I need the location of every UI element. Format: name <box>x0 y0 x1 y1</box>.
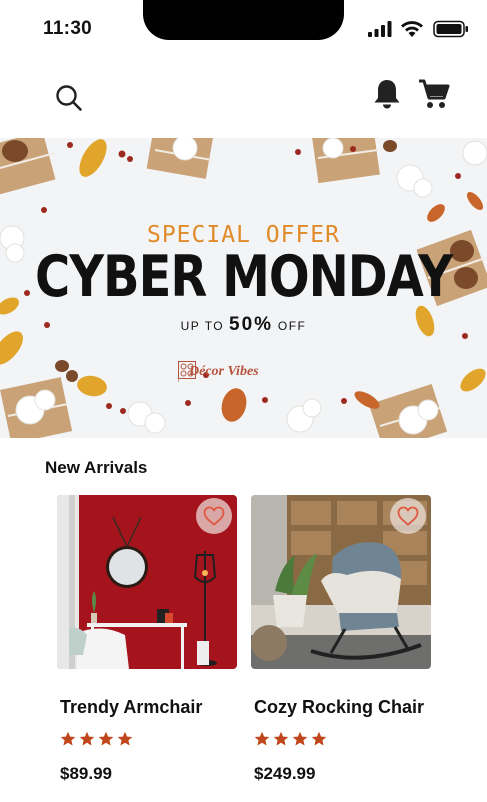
cart-button[interactable] <box>415 76 453 112</box>
search-button[interactable] <box>52 81 86 115</box>
banner-text-block: SPECIAL OFFER CYBER MONDAY UP TO 50% OFF… <box>0 138 487 438</box>
product-name[interactable]: Cozy Rocking Chair <box>254 697 424 718</box>
banner-headline: CYBER MONDAY <box>35 243 453 311</box>
cart-icon <box>419 79 450 108</box>
heart-icon <box>397 506 419 526</box>
wifi-icon <box>401 21 423 37</box>
signal-icon <box>368 21 392 37</box>
star-icon <box>98 731 114 746</box>
discount-line: UP TO 50% OFF <box>0 314 487 336</box>
rating-stars <box>60 731 133 747</box>
upto-prefix: UP TO <box>180 319 225 333</box>
star-icon <box>117 731 133 746</box>
notifications-button[interactable] <box>369 76 405 112</box>
product-card[interactable]: Trendy Armchair $89.99 <box>57 495 237 783</box>
favorite-button[interactable] <box>390 498 426 534</box>
product-image[interactable] <box>251 495 431 669</box>
search-icon <box>56 85 82 111</box>
status-bar: 11:30 <box>0 0 487 60</box>
star-icon <box>311 731 327 746</box>
star-icon <box>60 731 76 746</box>
upto-suffix: OFF <box>277 319 307 333</box>
promo-banner[interactable]: SPECIAL OFFER CYBER MONDAY UP TO 50% OFF… <box>0 138 487 438</box>
discount-value: 50% <box>229 314 274 335</box>
heart-icon <box>203 506 225 526</box>
rating-stars <box>254 731 327 747</box>
star-icon <box>273 731 289 746</box>
star-icon <box>292 731 308 746</box>
star-icon <box>79 731 95 746</box>
bell-icon <box>374 80 400 109</box>
app-header <box>0 62 487 132</box>
star-icon <box>254 731 270 746</box>
battery-icon <box>433 20 468 38</box>
product-price: $89.99 <box>60 764 112 783</box>
favorite-button[interactable] <box>196 498 232 534</box>
brand-mark: Décor Vibes <box>178 361 259 383</box>
product-card[interactable]: Cozy Rocking Chair $249.99 <box>251 495 431 783</box>
brand-name: Décor Vibes <box>189 364 259 379</box>
section-title: New Arrivals <box>45 458 148 477</box>
product-name[interactable]: Trendy Armchair <box>60 697 202 718</box>
product-price: $249.99 <box>254 764 316 783</box>
status-time: 11:30 <box>43 18 93 39</box>
product-image[interactable] <box>57 495 237 669</box>
device-notch <box>143 0 344 40</box>
brand-logo-icon <box>178 361 196 379</box>
